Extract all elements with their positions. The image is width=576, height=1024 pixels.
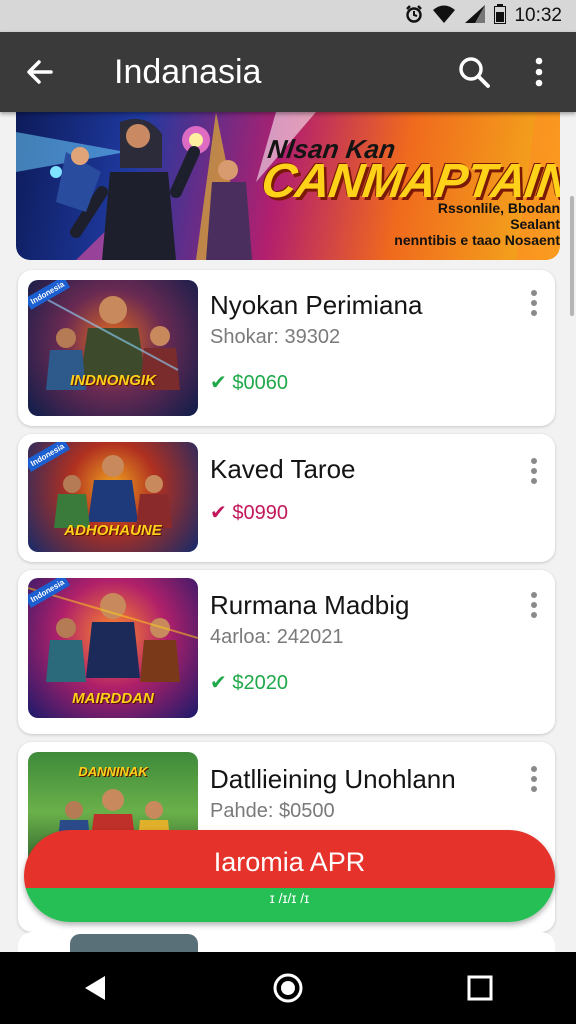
nav-home-button[interactable] (258, 958, 318, 1018)
signal-icon (464, 4, 486, 29)
game-price-value: $2020 (232, 672, 288, 694)
overflow-menu-button[interactable] (522, 52, 556, 92)
thumbnail-logo: INDNONGIK (70, 372, 156, 389)
game-subtitle: Shokar: 39302 (210, 326, 341, 348)
status-time: 10:32 (514, 5, 562, 26)
nav-back-button[interactable] (66, 958, 126, 1018)
banner-subtitle-line1: Rssonlile, Bbodan Sealant (437, 200, 560, 232)
card-overflow-button[interactable] (524, 454, 544, 488)
game-subtitle: Pahde: $0500 (210, 800, 335, 822)
card-overflow-button[interactable] (524, 762, 544, 796)
trend-up-check-icon: ✔ (210, 372, 227, 394)
home-circle-icon (273, 973, 303, 1003)
game-thumbnail: Indonesia MAIRDDAN (28, 578, 198, 718)
wifi-icon (432, 4, 456, 29)
search-icon (459, 57, 490, 88)
thumbnail-art (46, 296, 180, 390)
trend-down-check-icon: ✔ (210, 502, 227, 524)
nav-recents-button[interactable] (450, 958, 510, 1018)
card-overflow-button[interactable] (524, 588, 544, 622)
game-thumbnail: Indonesia ADHOHAUNE (28, 442, 198, 552)
banner-subtitle: Rssonlile, Bbodan Sealant nenntibis e ta… (394, 200, 560, 248)
game-card[interactable]: Indonesia INDNONGIK Nyokan Perimiana Sho… (18, 270, 555, 426)
game-price: ✔ $0990 (210, 500, 288, 525)
game-price: ✔ $0060 (210, 370, 288, 395)
game-title: Kaved Taroe (210, 454, 356, 484)
status-bar: 10:32 (0, 0, 576, 32)
game-subtitle: 4arloa: 242021 (210, 626, 344, 648)
game-card[interactable] (18, 932, 555, 952)
game-thumbnail: Indonesia INDNONGIK (28, 280, 198, 416)
recents-square-icon (467, 975, 493, 1001)
card-overflow-button[interactable] (524, 286, 544, 320)
game-title: Nyokan Perimiana (210, 290, 423, 320)
more-vert-icon (531, 290, 537, 316)
app-bar: Indanasia (0, 32, 576, 112)
trend-up-check-icon: ✔ (210, 672, 227, 694)
install-app-button[interactable]: Iaromia APR ɪ /ɪ/ɪ /ɪ (24, 830, 555, 922)
thumbnail-logo: MAIRDDAN (72, 690, 154, 707)
scrollbar[interactable] (570, 196, 574, 316)
battery-icon (494, 3, 507, 29)
more-vert-icon (531, 458, 537, 484)
back-button[interactable] (18, 52, 62, 92)
more-vert-icon (535, 57, 543, 87)
back-triangle-icon (85, 976, 105, 1000)
cta-sublabel: ɪ /ɪ/ɪ /ɪ (24, 888, 555, 922)
back-arrow-icon (27, 60, 53, 84)
alarm-icon (404, 4, 424, 29)
thumbnail-logo: ADHOHAUNE (64, 522, 162, 539)
more-vert-icon (531, 592, 537, 618)
game-title: Datllieining Unohlann (210, 764, 456, 794)
game-card[interactable]: Indonesia MAIRDDAN Rurmana Madbig 4arloa… (18, 570, 555, 734)
banner-subtitle-line2: nenntibis e taao Nosaent (394, 232, 560, 248)
game-price: ✔ $2020 (210, 670, 288, 695)
more-vert-icon (531, 766, 537, 792)
game-price-value: $0060 (232, 372, 288, 394)
thumbnail-logo: DANNINAK (78, 764, 148, 779)
search-button[interactable] (452, 52, 496, 92)
cta-label: Iaromia APR (24, 830, 555, 888)
game-price-value: $0990 (232, 502, 288, 524)
campaign-banner[interactable]: Nlsan Kan CANMAPTAIN! Rssonlile, Bbodan … (16, 112, 560, 260)
content-area: Nlsan Kan CANMAPTAIN! Rssonlile, Bbodan … (0, 112, 576, 952)
page-title: Indanasia (114, 53, 262, 91)
system-nav-bar (0, 952, 576, 1024)
game-card[interactable]: Indonesia ADHOHAUNE Kaved Taroe ✔ $0990 (18, 434, 555, 562)
game-thumbnail (70, 934, 198, 952)
game-title: Rurmana Madbig (210, 590, 410, 620)
